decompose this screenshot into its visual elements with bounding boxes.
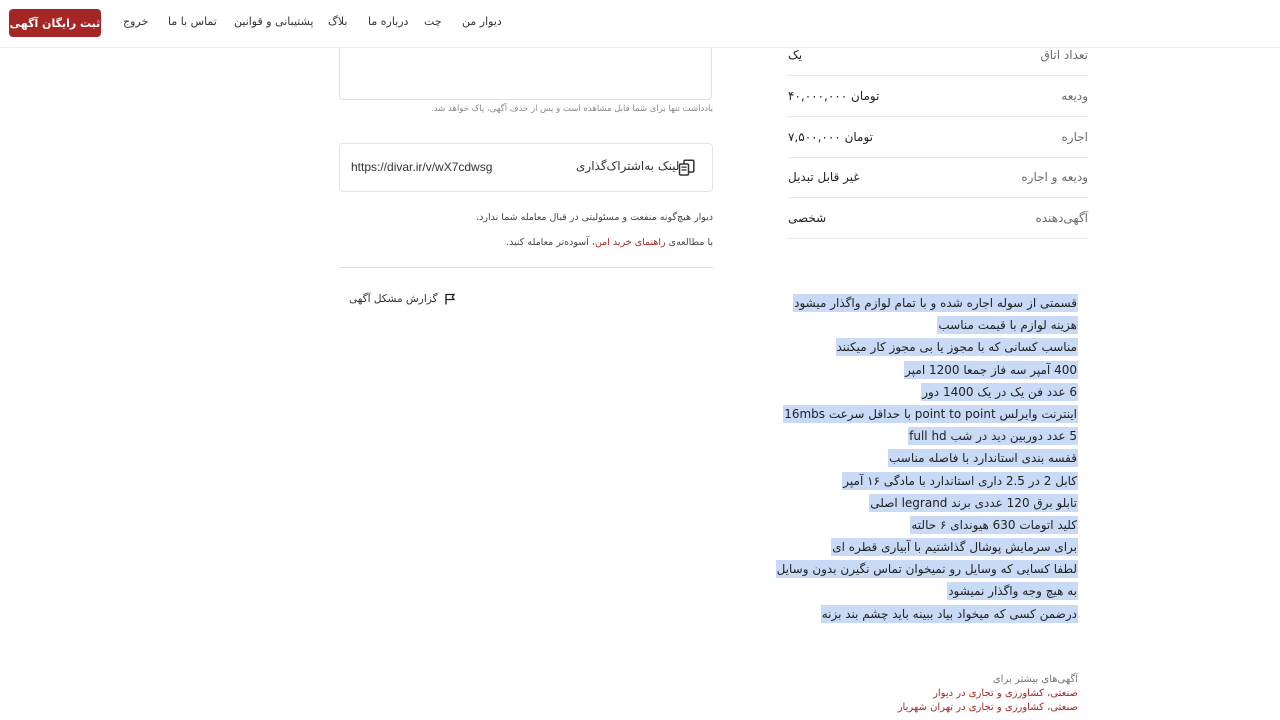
note-hint-text: یادداشت تنها برای شما قابل مشاهده است و … <box>431 104 713 114</box>
description-line: تابلو برق 120 عددی برند legrand اصلی <box>869 493 1078 512</box>
description-line: درضمن کسی که میخواد بیاد ببینه باید چشم … <box>820 604 1078 623</box>
info-row-advertiser: آگهی‌دهنده شخصی <box>788 199 1088 239</box>
ad-description: قسمتی از سوله اجاره شده و با تمام لوازم … <box>775 292 1078 625</box>
info-value: غیر قابل تبدیل <box>788 170 860 184</box>
disclaimer-line-1: دیوار هیچ‌گونه منفعت و مسئولیتی در قبال … <box>476 212 713 223</box>
post-ad-button[interactable]: ثبت رایگان آگهی <box>9 9 101 37</box>
disclaimer-line-2: با مطالعه‌ی راهنمای خرید امن، آسوده‌تر م… <box>339 237 713 248</box>
description-line: 6 عدد فن یک در یک 1400 دور <box>921 382 1078 401</box>
share-url[interactable]: https://divar.ir/v/wX7cdwsg <box>351 160 492 174</box>
share-link-label[interactable]: لینک به‌اشتراک‌گذاری <box>576 159 679 173</box>
more-ads-title: آگهی‌های بیشتر برای <box>992 674 1078 685</box>
note-textarea[interactable] <box>339 48 712 100</box>
description-line: قفسه بندی استاندارد با فاصله مناسب <box>888 449 1078 468</box>
section-divider <box>339 267 713 268</box>
description-line: 5 عدد دوربین دید در شب full hd <box>908 427 1078 446</box>
share-link-box: https://divar.ir/v/wX7cdwsg لینک به‌اشتر… <box>339 143 713 192</box>
info-label: ودیعه و اجاره <box>1021 170 1088 184</box>
nav-exit-link[interactable]: خروج <box>123 15 148 28</box>
description-line: 400 آمپر سه فاز جمعا 1200 امپر <box>904 360 1078 379</box>
description-line: لطفا کسایی که وسایل رو نمیخوان تماس نگیر… <box>775 560 1078 579</box>
nav-contact-link[interactable]: تماس با ما <box>168 15 217 28</box>
description-line: کابل 2 در 2.5 داری استاندارد با مادگی ۱۶… <box>842 471 1078 490</box>
info-value: ۷,۵۰۰,۰۰۰ تومان <box>788 130 873 144</box>
description-line: هزینه لوازم با قیمت مناسب <box>937 316 1078 335</box>
nav-about-link[interactable]: درباره ما <box>368 15 408 28</box>
nav-blog-link[interactable]: بلاگ <box>328 15 347 28</box>
copy-icon[interactable] <box>677 158 697 178</box>
info-value: یک <box>788 48 803 62</box>
report-label: گزارش مشکل آگهی <box>349 293 438 305</box>
nav-chat-link[interactable]: چت <box>424 15 442 28</box>
disclaimer-prefix: با مطالعه‌ی <box>665 237 713 248</box>
info-row-convertible: ودیعه و اجاره غیر قابل تبدیل <box>788 158 1088 198</box>
info-row-rooms: تعداد اتاق یک <box>788 36 1088 76</box>
description-line: کلید اتومات 630 هیوندای ۶ حالته <box>910 515 1078 534</box>
more-ads-section: آگهی‌های بیشتر برای صنعتی، کشاورزی و تجا… <box>800 673 1078 715</box>
safe-buying-guide-link[interactable]: راهنمای خرید امن <box>595 237 666 248</box>
description-line: قسمتی از سوله اجاره شده و با تمام لوازم … <box>793 294 1078 312</box>
description-line: به هیچ وجه واگذار نمیشود <box>947 582 1078 601</box>
description-line: مناسب کسانی که با مجوز یا بی مجوز کار می… <box>835 338 1078 357</box>
disclaimer-suffix: ، آسوده‌تر معامله کنید. <box>506 237 595 248</box>
info-row-deposit: ودیعه ۴۰,۰۰۰,۰۰۰ تومان <box>788 77 1088 117</box>
more-ads-link[interactable]: صنعتی، کشاورزی و تجاری در تهران شهریار <box>800 701 1078 715</box>
info-value: شخصی <box>788 211 827 225</box>
more-ads-link[interactable]: صنعتی، کشاورزی و تجاری در دیوار <box>800 687 1078 701</box>
info-label: اجاره <box>1061 130 1089 144</box>
info-row-rent: اجاره ۷,۵۰۰,۰۰۰ تومان <box>788 118 1088 158</box>
nav-support-link[interactable]: پشتیبانی و قوانین <box>234 15 313 28</box>
flag-icon <box>444 293 455 305</box>
description-line: برای سرمایش پوشال گذاشتیم با آبیاری قطره… <box>831 538 1078 557</box>
info-value: ۴۰,۰۰۰,۰۰۰ تومان <box>788 89 880 103</box>
info-label: آگهی‌دهنده <box>1035 211 1088 225</box>
info-label: تعداد اتاق <box>1040 48 1088 62</box>
description-line: اینترنت وایرلس point to point با حداقل س… <box>783 404 1078 423</box>
top-navigation-bar: ثبت رایگان آگهی خروج تماس با ما پشتیبانی… <box>0 0 1280 48</box>
info-label: ودیعه <box>1061 89 1088 103</box>
nav-my-divar-link[interactable]: دیوار من <box>462 15 502 28</box>
report-ad-button[interactable]: گزارش مشکل آگهی <box>349 293 456 305</box>
